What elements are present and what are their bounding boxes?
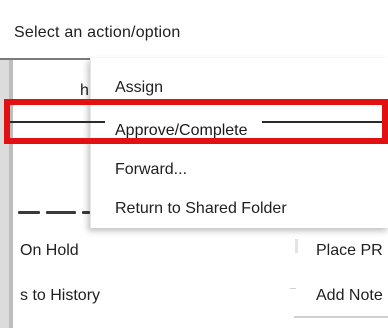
- partial-text-fragment: h: [80, 82, 89, 99]
- strike-line-left: [10, 121, 105, 123]
- strike-line-right: [262, 121, 382, 123]
- add-to-history-button[interactable]: s to History: [20, 278, 100, 314]
- button-divider: [295, 239, 298, 253]
- menu-item-forward[interactable]: Forward...: [115, 152, 187, 188]
- button-divider-small: [290, 288, 296, 289]
- menu-item-assign[interactable]: Assign: [115, 70, 163, 106]
- dialog-header: Select an action/option: [0, 0, 388, 60]
- on-hold-button[interactable]: On Hold: [20, 233, 79, 269]
- menu-item-return-to-shared-folder[interactable]: Return to Shared Folder: [115, 191, 287, 227]
- place-pr-button[interactable]: Place PR: [316, 233, 383, 269]
- menu-item-approve-complete[interactable]: Approve/Complete: [115, 113, 248, 149]
- action-menu: Assign Approve/Complete Forward... Retur…: [90, 58, 388, 228]
- add-note-button[interactable]: Add Note: [316, 278, 383, 314]
- menu-item-approve-complete-label: Approve/Complete: [115, 122, 248, 139]
- dialog-title: Select an action/option: [14, 24, 181, 41]
- button-bottom-border: [294, 316, 388, 318]
